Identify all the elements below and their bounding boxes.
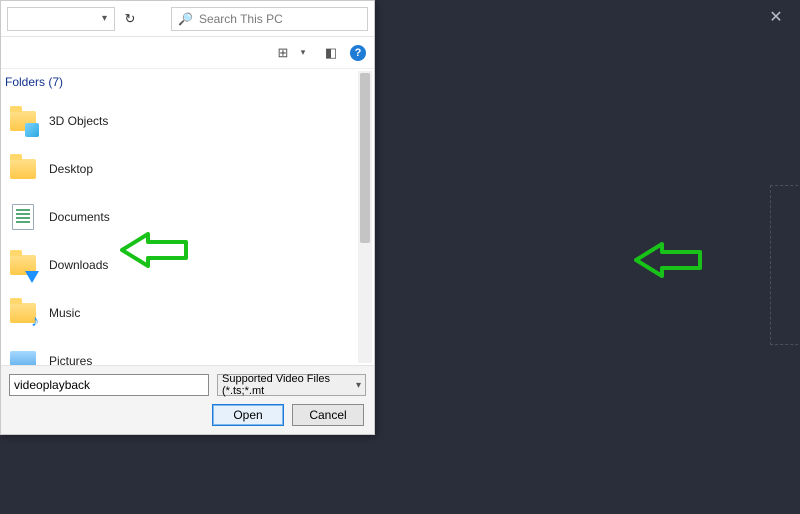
folder-label: Pictures [49, 354, 92, 365]
cancel-button[interactable]: Cancel [292, 404, 364, 426]
scrollbar-thumb[interactable] [360, 73, 370, 243]
search-input[interactable]: 🔍 Search This PC [171, 7, 368, 31]
downloads-icon [9, 251, 37, 279]
folder-label: Desktop [49, 162, 93, 176]
section-header: Folders (7) [3, 69, 374, 97]
search-icon: 🔍 [178, 12, 193, 26]
folder-item-pictures[interactable]: Pictures [3, 337, 374, 365]
dialog-view-toolbar: ⊞ ▾ ◧ ? [1, 37, 374, 69]
filename-input[interactable] [9, 374, 209, 396]
filter-label: Supported Video Files (*.ts;*.mt [222, 373, 356, 397]
folder-item-documents[interactable]: Documents [3, 193, 374, 241]
chevron-down-icon: ▾ [356, 380, 361, 391]
folder-item-downloads[interactable]: Downloads [3, 241, 374, 289]
app-background: ✕ Video to GIF Add a video to GIF Maker [370, 0, 800, 514]
dialog-body: Folders (7) 3D Objects Desktop Documents [1, 69, 374, 365]
file-open-dialog: ▾ ↻ 🔍 Search This PC ⊞ ▾ ◧ ? Folders (7)… [0, 0, 375, 435]
documents-icon [9, 203, 37, 231]
folder-icon [9, 107, 37, 135]
close-icon[interactable]: ✕ [766, 8, 786, 28]
breadcrumb[interactable]: ▾ [7, 7, 115, 31]
folder-list: 3D Objects Desktop Documents Downloads ♪ [3, 97, 374, 365]
folder-label: 3D Objects [49, 114, 108, 128]
folder-item-music[interactable]: ♪ Music [3, 289, 374, 337]
chevron-down-icon[interactable]: ▾ [102, 13, 107, 24]
group-view-button[interactable]: ⊞ ▾ [274, 44, 312, 62]
folder-label: Documents [49, 210, 110, 224]
scrollbar[interactable] [358, 71, 372, 363]
folder-item-3d-objects[interactable]: 3D Objects [3, 97, 374, 145]
chevron-down-icon: ▾ [294, 44, 312, 62]
folder-label: Music [49, 306, 80, 320]
file-type-filter[interactable]: Supported Video Files (*.ts;*.mt ▾ [217, 374, 366, 396]
preview-pane-icon[interactable]: ◧ [322, 44, 340, 62]
help-icon[interactable]: ? [350, 45, 366, 61]
layout-icon: ⊞ [274, 44, 292, 62]
music-icon: ♪ [9, 299, 37, 327]
folder-label: Downloads [49, 258, 108, 272]
folder-item-desktop[interactable]: Desktop [3, 145, 374, 193]
dialog-address-bar: ▾ ↻ 🔍 Search This PC [1, 1, 374, 37]
video-dropzone[interactable]: Video to GIF Add a video to GIF Maker [770, 185, 800, 345]
folder-icon [9, 155, 37, 183]
dialog-footer: Supported Video Files (*.ts;*.mt ▾ Open … [1, 365, 374, 434]
open-button[interactable]: Open [212, 404, 284, 426]
refresh-icon[interactable]: ↻ [119, 8, 141, 30]
search-placeholder: Search This PC [199, 12, 283, 26]
pictures-icon [9, 347, 37, 365]
